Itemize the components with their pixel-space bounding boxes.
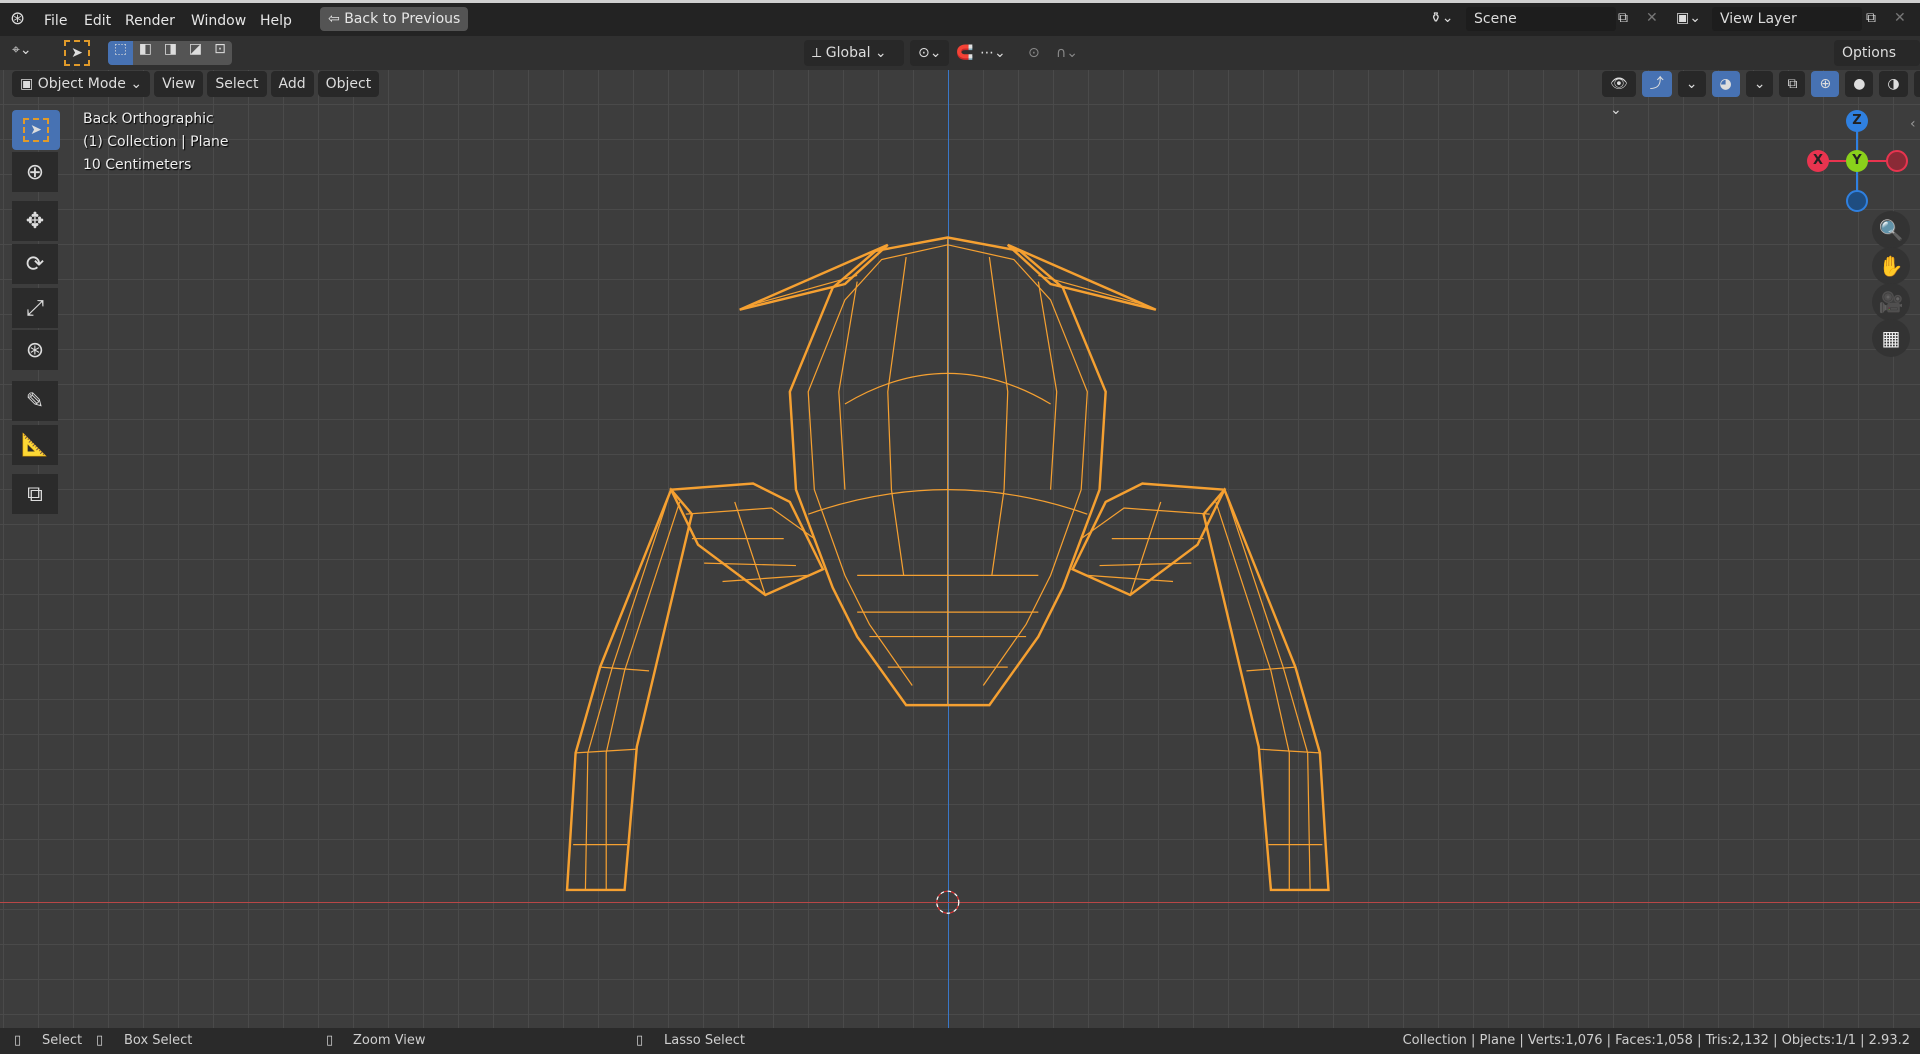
collection-label: (1) Collection | Plane: [83, 134, 229, 150]
menu-add[interactable]: Add: [270, 71, 314, 97]
scale-icon: ⤢: [26, 295, 44, 321]
camera-view-button[interactable]: 🎥: [1872, 283, 1910, 321]
gizmo-neg-x-axis[interactable]: [1886, 150, 1908, 172]
tool-measure[interactable]: 📐: [12, 425, 58, 465]
tool-rotate[interactable]: ⟳: [12, 244, 58, 284]
3d-cursor-icon: [936, 890, 960, 914]
viewport-shading-header: 👁⌄ ⤴ ⌄ ◕ ⌄ ⧉ ⊕ ● ◑ ◌ ⌄: [1602, 71, 1920, 118]
gizmo-neg-z-axis[interactable]: [1846, 190, 1868, 212]
visibility-icon[interactable]: 👁⌄: [1602, 71, 1636, 118]
menu-object[interactable]: Object: [317, 71, 380, 97]
overlay-toggle-icon[interactable]: ◕: [1711, 71, 1740, 97]
pan-view-button[interactable]: ✋: [1872, 247, 1910, 285]
tool-cursor[interactable]: ⊕: [12, 152, 58, 192]
object-mode-icon: ▣: [20, 76, 38, 92]
wireframe-shading-icon[interactable]: ⊕: [1811, 71, 1840, 97]
tool-move[interactable]: ✥: [12, 201, 58, 241]
tool-select-box[interactable]: ➤: [12, 110, 60, 150]
annotate-icon: ✎: [25, 388, 45, 414]
hand-icon: ✋: [1878, 254, 1904, 278]
status-bar: ▯ Select ▯ Box Select ▯ Zoom View ▯ Lass…: [0, 1028, 1920, 1054]
grid-scale-label: 10 Centimeters: [83, 157, 192, 173]
tool-annotate[interactable]: ✎: [12, 381, 58, 421]
mouse-right-icon: ▯: [636, 1033, 644, 1048]
gizmo-z-axis[interactable]: Z: [1846, 110, 1868, 132]
move-icon: ✥: [25, 208, 45, 234]
rendered-shading-icon[interactable]: ◌: [1913, 71, 1920, 97]
transform-icon: ⊛: [25, 337, 45, 363]
viewport-header: ▣ Object Mode ⌄ View Select Add Object: [12, 71, 380, 97]
3d-viewport[interactable]: ➤ ⊕ ✥ ⟳ ⤢ ⊛ ✎ 📐 ⧉ Back Orthographic (1) …: [0, 70, 1920, 1028]
gizmo-toggle-icon[interactable]: ⤴: [1641, 71, 1672, 97]
solid-shading-icon[interactable]: ●: [1845, 71, 1874, 97]
mouse-middle-icon: ▯: [326, 1033, 334, 1048]
cursor-icon: ⊕: [25, 159, 45, 185]
status-select: Select: [42, 1033, 83, 1048]
rotate-icon: ⟳: [25, 251, 45, 277]
ortho-toggle-button[interactable]: ▦: [1872, 319, 1910, 357]
status-lasso-select: Lasso Select: [664, 1033, 745, 1048]
tool-add-cube[interactable]: ⧉: [12, 474, 58, 514]
zoom-icon: 🔍: [1878, 218, 1904, 242]
status-zoom-view: Zoom View: [353, 1033, 426, 1048]
select-box-icon: ➤: [23, 118, 49, 142]
sidebar-toggle-icon[interactable]: ‹: [1910, 116, 1916, 132]
grid-icon: ▦: [1881, 326, 1901, 350]
add-cube-icon: ⧉: [27, 481, 43, 507]
gizmo-y-axis[interactable]: Y: [1846, 150, 1868, 172]
tool-transform[interactable]: ⊛: [12, 330, 58, 370]
mouse-drag-icon: ▯: [96, 1033, 104, 1048]
xray-icon[interactable]: ⧉: [1779, 71, 1806, 97]
navigation-gizmo[interactable]: Z X Y: [1806, 110, 1908, 212]
menu-view[interactable]: View: [154, 71, 204, 97]
menu-select[interactable]: Select: [207, 71, 267, 97]
view-name-label: Back Orthographic: [83, 111, 214, 127]
scene-statistics: Collection | Plane | Verts:1,076 | Faces…: [1402, 1033, 1910, 1048]
measure-icon: 📐: [21, 432, 49, 458]
mesh-wireframe[interactable]: [0, 0, 1920, 1054]
mode-dropdown[interactable]: ▣ Object Mode ⌄: [12, 71, 151, 97]
zoom-view-button[interactable]: 🔍: [1872, 211, 1910, 249]
status-box-select: Box Select: [124, 1033, 193, 1048]
material-shading-icon[interactable]: ◑: [1879, 71, 1908, 97]
gizmo-dropdown[interactable]: ⌄: [1677, 71, 1706, 97]
tool-scale[interactable]: ⤢: [12, 288, 58, 328]
mouse-left-icon: ▯: [14, 1033, 22, 1048]
overlay-dropdown[interactable]: ⌄: [1745, 71, 1774, 97]
gizmo-x-axis[interactable]: X: [1807, 150, 1829, 172]
camera-icon: 🎥: [1878, 290, 1904, 314]
